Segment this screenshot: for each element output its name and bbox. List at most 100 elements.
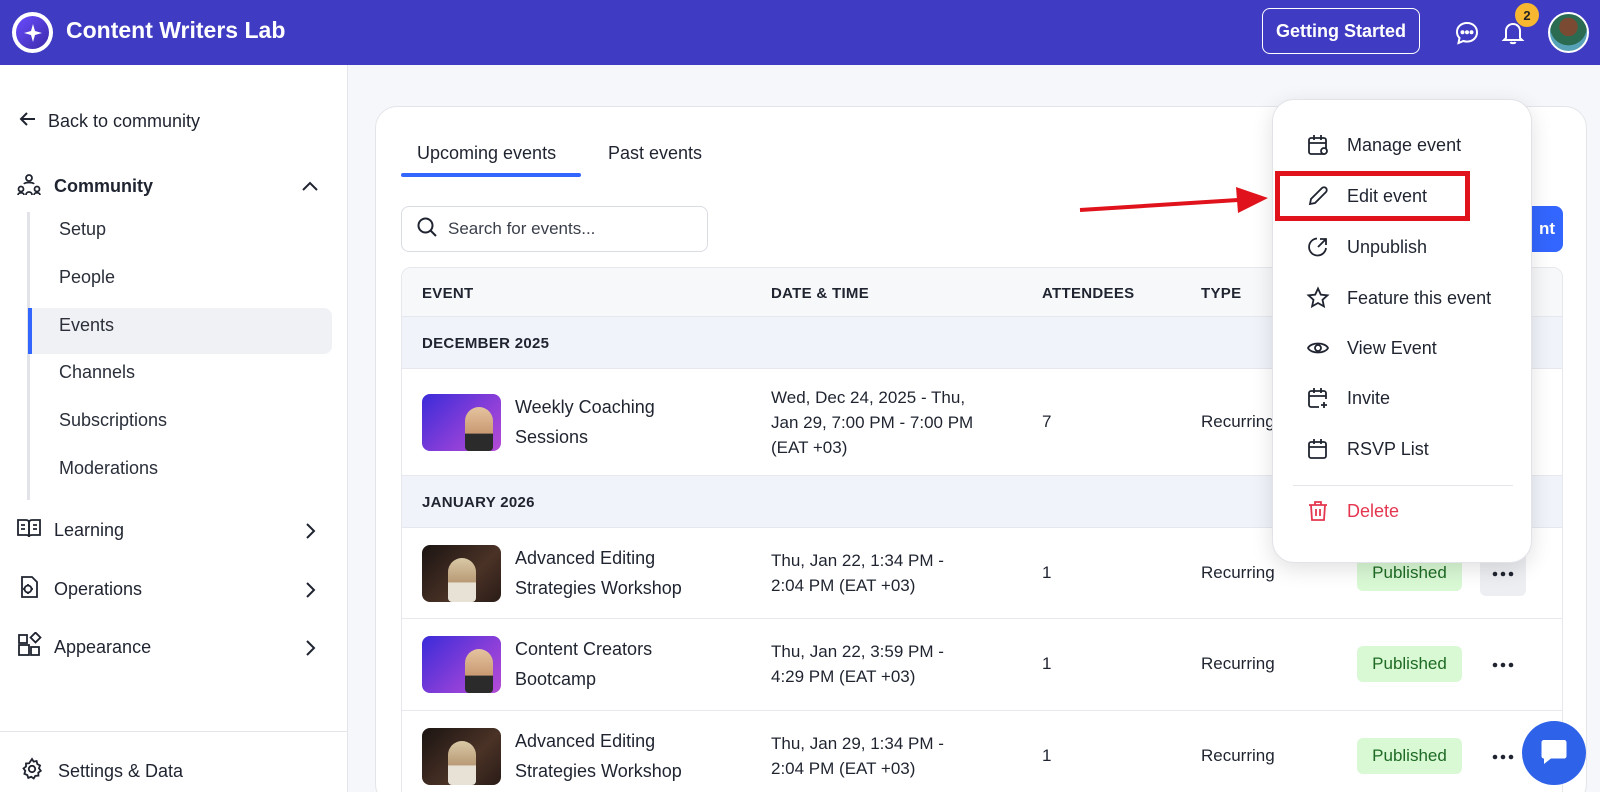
- operations-label: Operations: [54, 579, 143, 599]
- attendee-count: 1: [1042, 563, 1052, 582]
- menu-item-manage-event[interactable]: Manage event: [1305, 132, 1461, 158]
- unpublish-icon: [1305, 234, 1331, 260]
- arrow-left-icon: [18, 109, 38, 134]
- eye-icon: [1305, 335, 1331, 361]
- menu-divider: [1293, 485, 1513, 486]
- support-chat-button[interactable]: [1522, 721, 1586, 785]
- status-badge: Published: [1357, 646, 1462, 682]
- more-horizontal-icon: [1492, 747, 1514, 765]
- back-to-community-link[interactable]: Back to community: [18, 109, 200, 134]
- app-title: Content Writers Lab: [66, 17, 286, 43]
- sidebar-section-community[interactable]: Community: [16, 171, 320, 202]
- sidebar-item-moderations[interactable]: Moderations: [59, 458, 158, 479]
- submenu-line: [27, 212, 30, 500]
- sidebar-section-operations[interactable]: Operations: [16, 574, 320, 605]
- learning-label: Learning: [54, 520, 125, 540]
- event-title[interactable]: Advanced Editing Strategies Workshop: [515, 543, 745, 603]
- more-horizontal-icon: [1492, 564, 1514, 582]
- menu-item-delete[interactable]: Delete: [1305, 498, 1399, 524]
- chat-bubble-icon: [1538, 735, 1570, 772]
- calendar-icon: [1305, 436, 1331, 462]
- more-options-button[interactable]: [1480, 641, 1526, 687]
- attendee-count: 1: [1042, 746, 1052, 765]
- sidebar-item-events[interactable]: Events: [59, 315, 114, 336]
- app-logo[interactable]: [12, 12, 53, 53]
- event-actions-menu: Manage event Edit event Unpublish Featur…: [1272, 99, 1532, 563]
- host-photo: [465, 649, 493, 693]
- table-row[interactable]: Advanced Editing Strategies Workshop Thu…: [402, 711, 1562, 792]
- month-label: DECEMBER 2025: [422, 335, 550, 352]
- event-thumbnail: [422, 636, 501, 693]
- attendee-count: 1: [1042, 654, 1052, 673]
- chevron-right-icon[interactable]: [300, 580, 320, 600]
- calendar-settings-icon: [1305, 132, 1331, 158]
- sparkle-icon: [16, 16, 49, 49]
- event-date: Thu, Jan 22, 1:34 PM - 2:04 PM (EAT +03): [771, 551, 944, 595]
- host-photo: [465, 407, 493, 451]
- sidebar-item-setup[interactable]: Setup: [59, 219, 106, 240]
- month-label: JANUARY 2026: [422, 494, 535, 511]
- event-date: Thu, Jan 29, 1:34 PM - 2:04 PM (EAT +03): [771, 734, 944, 778]
- settings-link[interactable]: Settings & Data: [20, 757, 183, 786]
- annotation-arrow: [1079, 187, 1268, 213]
- appearance-label: Appearance: [54, 637, 152, 657]
- sidebar-section-learning[interactable]: Learning: [16, 515, 320, 546]
- menu-item-invite[interactable]: Invite: [1305, 385, 1390, 411]
- event-type: Recurring: [1201, 563, 1275, 582]
- menu-item-unpublish[interactable]: Unpublish: [1305, 234, 1427, 260]
- host-photo: [448, 741, 476, 785]
- sidebar: Back to community Community Setup People…: [0, 65, 348, 792]
- chevron-up-icon[interactable]: [300, 177, 320, 197]
- event-title[interactable]: Weekly Coaching Sessions: [515, 392, 745, 452]
- column-header-event: EVENT: [422, 285, 474, 302]
- back-label: Back to community: [48, 111, 201, 131]
- settings-label: Settings & Data: [58, 761, 184, 781]
- event-type: Recurring: [1201, 654, 1275, 673]
- trash-icon: [1305, 498, 1331, 524]
- calendar-plus-icon: [1305, 385, 1331, 411]
- host-photo: [448, 558, 476, 602]
- menu-item-feature-event[interactable]: Feature this event: [1305, 285, 1491, 311]
- sidebar-section-appearance[interactable]: Appearance: [16, 631, 320, 663]
- status-badge: Published: [1357, 738, 1462, 774]
- notification-badge: 2: [1515, 3, 1539, 27]
- community-icon: [16, 171, 42, 202]
- column-header-attendees: ATTENDEES: [1042, 285, 1135, 302]
- community-label: Community: [54, 176, 153, 196]
- menu-item-view-event[interactable]: View Event: [1305, 335, 1437, 361]
- search-box[interactable]: [401, 206, 708, 252]
- table-row[interactable]: Content Creators Bootcamp Thu, Jan 22, 3…: [402, 619, 1562, 711]
- event-type: Recurring: [1201, 746, 1275, 765]
- user-avatar[interactable]: [1548, 12, 1589, 53]
- star-icon: [1305, 285, 1331, 311]
- event-thumbnail: [422, 728, 501, 785]
- event-date: Wed, Dec 24, 2025 - Thu, Jan 29, 7:00 PM…: [771, 388, 974, 457]
- event-title[interactable]: Advanced Editing Strategies Workshop: [515, 726, 745, 786]
- menu-item-rsvp-list[interactable]: RSVP List: [1305, 436, 1429, 462]
- search-icon: [416, 216, 438, 243]
- event-thumbnail: [422, 545, 501, 602]
- gear-icon: [20, 757, 44, 786]
- annotation-highlight-box: [1275, 171, 1470, 221]
- sidebar-item-subscriptions[interactable]: Subscriptions: [59, 410, 167, 431]
- event-type: Recurring: [1201, 412, 1275, 431]
- chat-icon[interactable]: [1452, 18, 1482, 48]
- tab-past-events[interactable]: Past events: [608, 143, 702, 164]
- search-input[interactable]: [448, 219, 698, 239]
- sidebar-item-people[interactable]: People: [59, 267, 115, 288]
- book-icon: [16, 515, 42, 546]
- event-title[interactable]: Content Creators Bootcamp: [515, 634, 745, 694]
- getting-started-button[interactable]: Getting Started: [1262, 8, 1420, 54]
- tab-upcoming-events[interactable]: Upcoming events: [417, 143, 556, 164]
- more-horizontal-icon: [1492, 655, 1514, 673]
- event-thumbnail: [422, 394, 501, 451]
- attendee-count: 7: [1042, 412, 1052, 431]
- active-tab-indicator: [401, 173, 581, 177]
- chevron-right-icon[interactable]: [300, 638, 320, 658]
- chevron-right-icon[interactable]: [300, 521, 320, 541]
- event-date: Thu, Jan 22, 3:59 PM - 4:29 PM (EAT +03): [771, 642, 944, 686]
- more-options-button[interactable]: [1480, 733, 1526, 779]
- column-header-date-time: DATE & TIME: [771, 285, 870, 302]
- sidebar-footer: Settings & Data: [0, 731, 348, 792]
- sidebar-item-channels[interactable]: Channels: [59, 362, 135, 383]
